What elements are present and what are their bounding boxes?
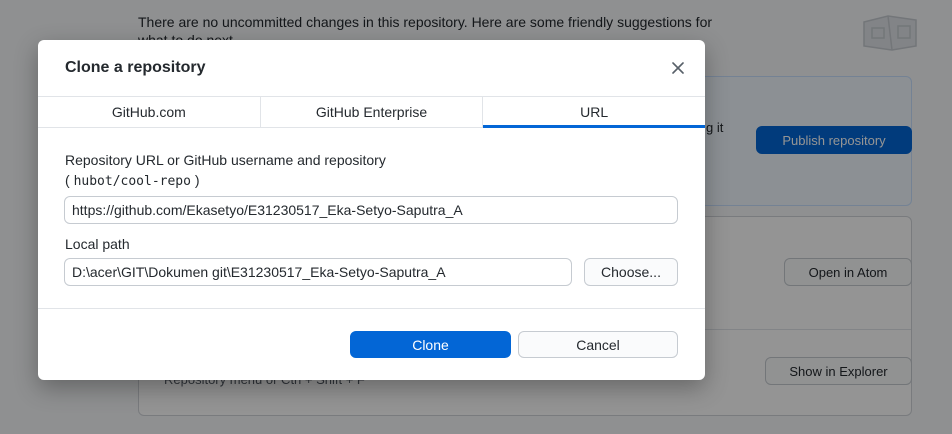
local-path-label: Local path (65, 236, 130, 252)
hint-example-code: hubot/cool-repo (73, 174, 191, 189)
tab-github-com[interactable]: GitHub.com (38, 97, 261, 127)
dialog-title: Clone a repository (65, 59, 206, 76)
repository-url-label: Repository URL or GitHub username and re… (65, 152, 386, 168)
tab-github-enterprise[interactable]: GitHub Enterprise (261, 97, 484, 127)
close-icon (672, 62, 684, 74)
repository-url-input[interactable] (64, 196, 678, 224)
dialog-header: Clone a repository (38, 40, 705, 96)
repository-url-hint: ( hubot/cool-repo ) (65, 172, 200, 189)
clone-repository-dialog: Clone a repository GitHub.com GitHub Ent… (38, 40, 705, 380)
local-path-input[interactable] (64, 258, 572, 286)
clone-source-tabs: GitHub.com GitHub Enterprise URL (38, 96, 705, 128)
tab-url[interactable]: URL (483, 97, 705, 128)
hint-paren-open: ( (65, 172, 74, 188)
choose-path-button[interactable]: Choose... (584, 258, 678, 286)
clone-button[interactable]: Clone (350, 331, 511, 358)
hint-paren-close: ) (190, 172, 200, 188)
close-button[interactable] (667, 57, 689, 79)
cancel-button[interactable]: Cancel (518, 331, 678, 358)
dialog-footer-divider (38, 308, 705, 309)
